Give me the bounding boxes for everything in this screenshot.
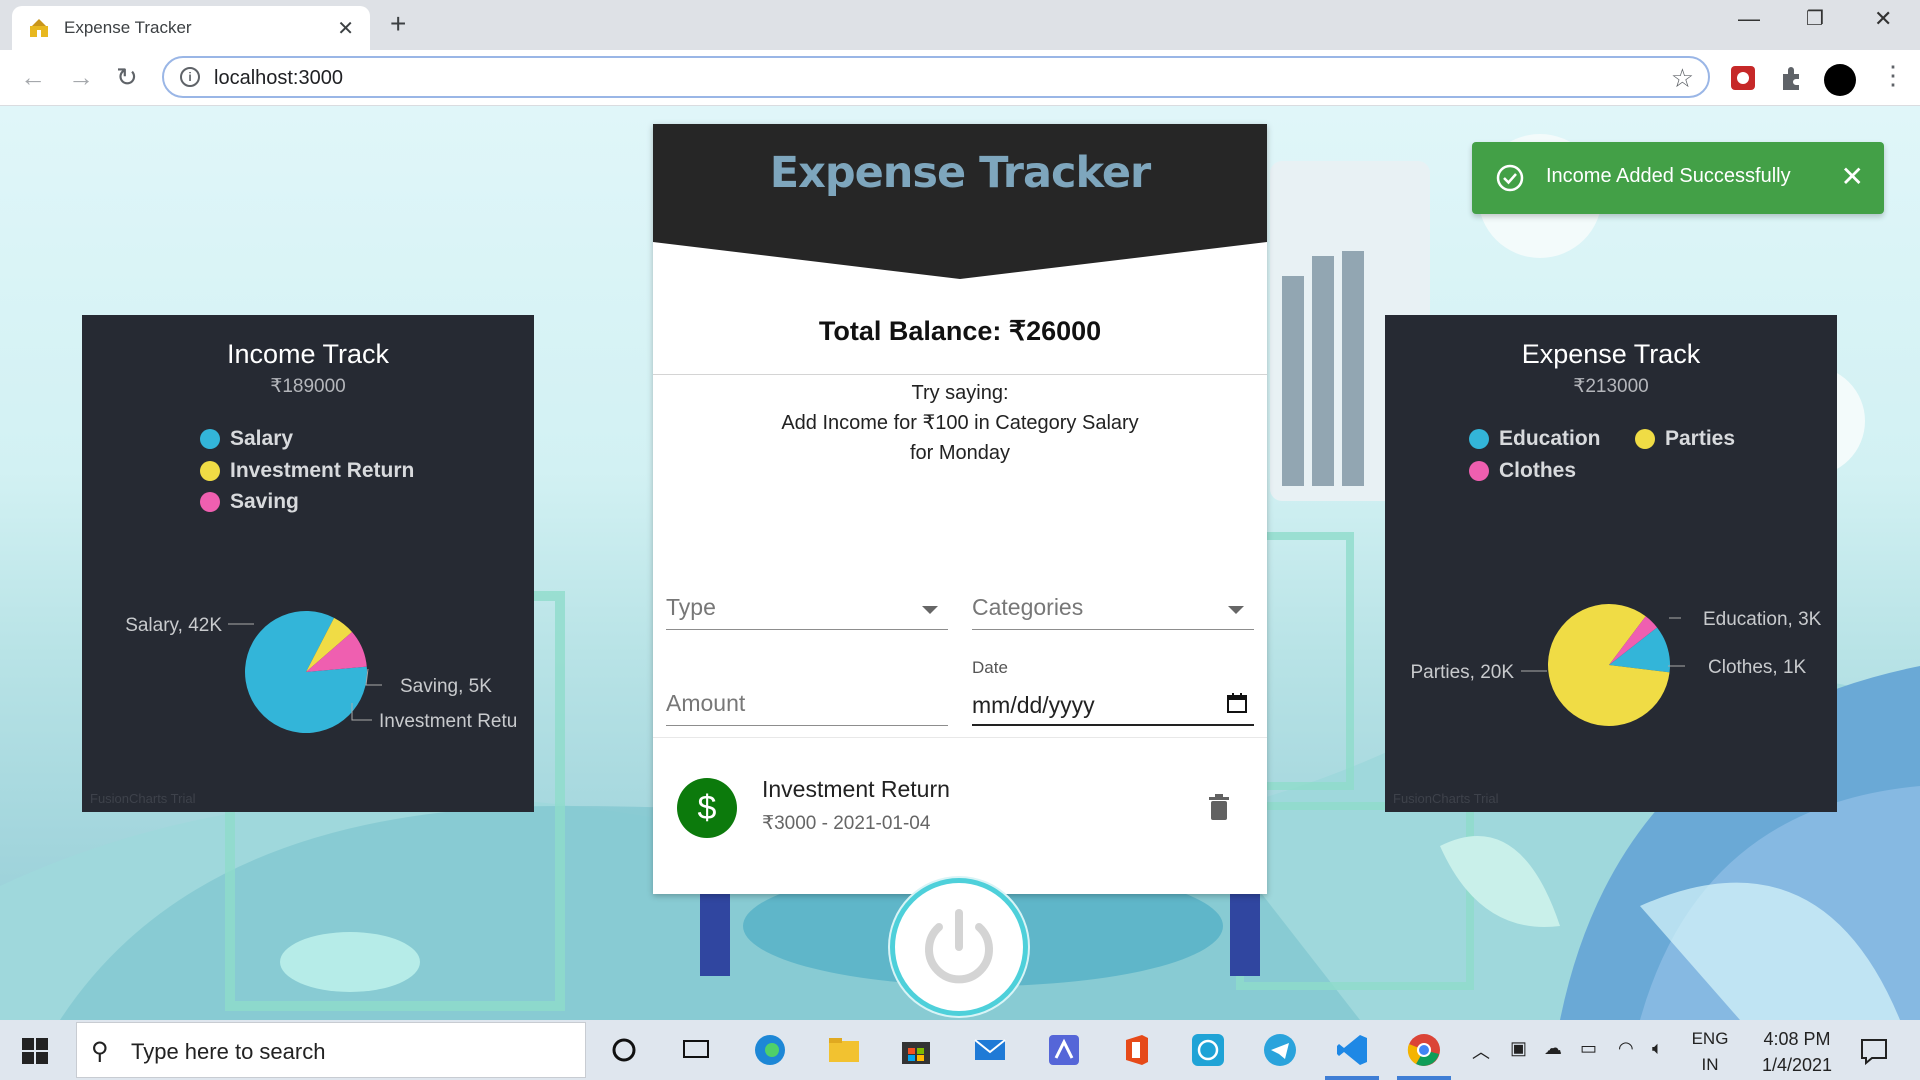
extension-icon[interactable] bbox=[1729, 64, 1757, 92]
volume-icon[interactable]: 🔈︎ bbox=[1652, 1038, 1663, 1059]
system-clock[interactable]: 4:08 PM 1/4/2021 bbox=[1752, 1026, 1842, 1078]
power-icon bbox=[925, 909, 993, 984]
search-placeholder: Type here to search bbox=[131, 1039, 326, 1064]
mail-icon[interactable] bbox=[972, 1032, 1008, 1068]
chart-trial-watermark: FusionCharts Trial bbox=[90, 791, 196, 806]
transaction-name: Investment Return bbox=[762, 776, 950, 802]
browser-tab[interactable]: Expense Tracker ✕ bbox=[12, 6, 370, 50]
menu-kebab-icon[interactable]: ⋮ bbox=[1880, 60, 1906, 91]
taskbar-search[interactable]: ⚲ Type here to search bbox=[76, 1022, 586, 1078]
slice-label-investment-return: Investment Retu bbox=[379, 711, 517, 732]
amount-label: Amount bbox=[666, 690, 746, 716]
slice-label-parties: Parties, 20K bbox=[1411, 662, 1515, 683]
profile-avatar[interactable] bbox=[1824, 64, 1856, 96]
slice-label-salary: Salary, 42K bbox=[125, 615, 222, 636]
voice-power-button[interactable] bbox=[890, 878, 1028, 1016]
clock-time: 4:08 PM bbox=[1763, 1029, 1831, 1049]
tab-strip: Expense Tracker ✕ + — ❐ ✕ bbox=[0, 0, 1920, 50]
check-circle-icon bbox=[1496, 164, 1524, 192]
windows-taskbar: ⚲ Type here to search ︿ ▣ ☁ ▭ ◠ 🔈︎ ENG I… bbox=[0, 1020, 1920, 1080]
type-select[interactable]: Type bbox=[666, 584, 948, 630]
income-pie-chart: Salary, 42K Saving, 5K Investment Retu bbox=[125, 611, 517, 733]
office-icon[interactable] bbox=[1118, 1032, 1154, 1068]
chrome-icon[interactable] bbox=[1406, 1032, 1442, 1068]
active-app-indicator bbox=[1325, 1076, 1379, 1080]
minimize-icon[interactable]: — bbox=[1738, 6, 1760, 32]
total-balance: Total Balance: ₹26000 bbox=[818, 316, 1102, 346]
reload-icon[interactable]: ↻ bbox=[116, 62, 138, 93]
onedrive-icon[interactable]: ☁ bbox=[1544, 1038, 1562, 1059]
input-language[interactable]: ENG IN bbox=[1688, 1026, 1732, 1078]
address-bar[interactable]: i localhost:3000 ☆ bbox=[162, 56, 1710, 98]
vscode-icon[interactable] bbox=[1334, 1032, 1370, 1068]
toast-message: Income Added Successfully bbox=[1546, 165, 1791, 187]
page-viewport: Income Track ₹189000 Salary Investment R… bbox=[0, 106, 1920, 1020]
active-app-indicator bbox=[1397, 1076, 1451, 1080]
lang-line-1: ENG bbox=[1691, 1029, 1729, 1048]
toast-close-icon[interactable]: ✕ bbox=[1841, 160, 1864, 193]
amount-input[interactable]: Amount bbox=[666, 680, 948, 726]
browser-toolbar: ← → ↻ i localhost:3000 ☆ ⋮ bbox=[0, 50, 1920, 106]
date-caption: Date bbox=[972, 658, 1008, 677]
store-icon[interactable] bbox=[898, 1032, 934, 1068]
slice-label-clothes: Clothes, 1K bbox=[1708, 657, 1807, 678]
slice-label-education: Education, 3K bbox=[1703, 609, 1822, 630]
hint-line-1: Try saying: bbox=[911, 382, 1009, 404]
wifi-icon[interactable]: ◠ bbox=[1618, 1038, 1634, 1059]
slice-label-saving: Saving, 5K bbox=[400, 676, 492, 697]
expense-tracker-card: Expense Tracker Total Balance: ₹26000 Tr… bbox=[653, 124, 1267, 894]
notifications-icon[interactable] bbox=[1856, 1032, 1892, 1068]
date-placeholder: mm/dd/yyyy bbox=[972, 692, 1095, 718]
app-favicon-icon bbox=[30, 19, 48, 37]
windows-start-icon[interactable] bbox=[22, 1038, 48, 1064]
hint-line-2: Add Income for ₹100 in Category Salary bbox=[781, 412, 1139, 434]
expense-pie-chart: Education, 3K Parties, 20K Clothes, 1K bbox=[1411, 604, 1822, 726]
hint-line-3: for Monday bbox=[909, 442, 1011, 464]
trash-icon[interactable] bbox=[1209, 794, 1229, 820]
file-explorer-icon[interactable] bbox=[826, 1032, 862, 1068]
categories-select[interactable]: Categories bbox=[972, 584, 1254, 630]
chevron-down-icon bbox=[922, 606, 938, 614]
income-chart-card: Income Track ₹189000 Salary Investment R… bbox=[82, 315, 534, 812]
meet-now-icon[interactable]: ▣ bbox=[1510, 1038, 1527, 1059]
telegram-icon[interactable] bbox=[1262, 1032, 1298, 1068]
app-title: Expense Tracker bbox=[769, 148, 1152, 198]
app-launcher-icon[interactable] bbox=[1046, 1032, 1082, 1068]
success-toast: Income Added Successfully ✕ bbox=[1472, 142, 1884, 214]
tab-title: Expense Tracker bbox=[64, 18, 192, 37]
transaction-detail: ₹3000 - 2021-01-04 bbox=[762, 813, 931, 834]
divider bbox=[653, 374, 1267, 375]
dollar-icon: $ bbox=[677, 778, 737, 838]
edge-icon[interactable] bbox=[752, 1032, 788, 1068]
new-tab-icon[interactable]: + bbox=[390, 8, 406, 40]
battery-icon[interactable]: ▭ bbox=[1580, 1038, 1597, 1059]
search-icon: ⚲ bbox=[91, 1038, 109, 1065]
cortana-icon[interactable] bbox=[606, 1032, 642, 1068]
forward-icon[interactable]: → bbox=[68, 62, 94, 93]
chart-trial-watermark: FusionCharts Trial bbox=[1393, 791, 1499, 806]
back-icon[interactable]: ← bbox=[20, 62, 46, 93]
task-view-icon[interactable] bbox=[678, 1032, 714, 1068]
extensions-puzzle-icon[interactable] bbox=[1777, 64, 1805, 92]
restore-icon[interactable]: ❐ bbox=[1806, 6, 1824, 31]
categories-label: Categories bbox=[972, 594, 1084, 620]
expense-chart-card: Expense Track ₹213000 Education Parties … bbox=[1385, 315, 1837, 812]
site-info-icon[interactable]: i bbox=[180, 67, 200, 87]
bookmark-star-icon[interactable]: ☆ bbox=[1671, 63, 1694, 94]
window-close-icon[interactable]: ✕ bbox=[1874, 6, 1892, 32]
chevron-down-icon bbox=[1228, 606, 1244, 614]
whatsapp-icon[interactable] bbox=[1190, 1032, 1226, 1068]
type-label: Type bbox=[666, 594, 716, 620]
calendar-icon[interactable] bbox=[1226, 692, 1248, 714]
url-text: localhost:3000 bbox=[214, 67, 343, 89]
lang-line-2: IN bbox=[1701, 1055, 1719, 1074]
divider bbox=[653, 737, 1267, 738]
show-hidden-icons-icon[interactable]: ︿ bbox=[1472, 1038, 1490, 1064]
date-input[interactable]: mm/dd/yyyy bbox=[972, 680, 1254, 726]
clock-date: 1/4/2021 bbox=[1761, 1055, 1833, 1075]
tab-close-icon[interactable]: ✕ bbox=[337, 16, 354, 41]
